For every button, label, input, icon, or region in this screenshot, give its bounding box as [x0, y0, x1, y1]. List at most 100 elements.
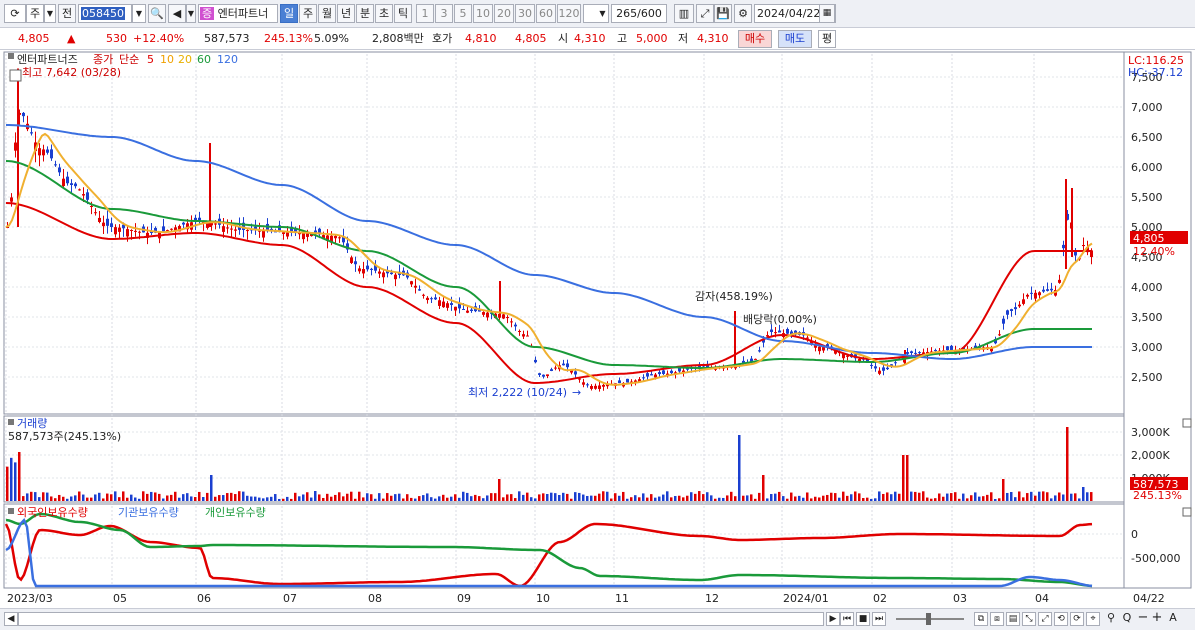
change-percent: +12.40%: [133, 32, 185, 45]
tool-icon-4[interactable]: ⤡: [1022, 612, 1036, 626]
volume-bar: [922, 491, 925, 501]
event-capital-reduction: 감자(458.19%): [695, 290, 773, 303]
stock-name-field[interactable]: 증 엔터파트너: [198, 4, 278, 23]
calendar-icon[interactable]: ▦: [819, 4, 835, 23]
holdings-panel-close-icon[interactable]: [1182, 507, 1192, 517]
candle-type-icon[interactable]: ▥: [674, 4, 694, 23]
refresh-button[interactable]: ⟳: [4, 4, 26, 23]
period-second[interactable]: 초: [375, 4, 393, 23]
first-icon[interactable]: ⏮: [840, 612, 854, 626]
buy-button[interactable]: 매수: [738, 30, 772, 48]
period-tick[interactable]: 틱: [394, 4, 412, 23]
panel-menu-icon[interactable]: [8, 53, 14, 59]
plus-icon[interactable]: +: [1150, 611, 1164, 626]
stop-icon[interactable]: ■: [856, 612, 870, 626]
x-axis-tick-label: 2024/01: [783, 592, 829, 605]
sell-button[interactable]: 매도: [778, 30, 812, 48]
candle-body: [282, 232, 285, 234]
volume-bar: [418, 496, 421, 501]
volume-bar: [358, 491, 361, 501]
candle-body: [874, 366, 877, 369]
candle-body: [70, 183, 73, 185]
volume-bar: [382, 498, 385, 501]
candle-body: [462, 308, 465, 310]
tool-icon-2[interactable]: ⧈: [990, 612, 1004, 626]
period-day[interactable]: 일: [280, 4, 298, 23]
scroll-track[interactable]: [18, 612, 824, 626]
tool-icon-8[interactable]: ⌖: [1086, 612, 1100, 626]
draw-tool-icon[interactable]: ⤢: [696, 4, 714, 23]
speaker-icon[interactable]: ◀: [168, 4, 186, 23]
volume-bar: [446, 497, 449, 501]
price-panel-stock-name: 엔터파트너즈: [17, 53, 78, 66]
scroll-left-icon[interactable]: ◀: [4, 612, 18, 626]
interval-10[interactable]: 10: [473, 4, 493, 23]
code-dropdown-icon[interactable]: ▼: [132, 4, 146, 23]
period-year[interactable]: 년: [337, 4, 355, 23]
interval-60[interactable]: 60: [536, 4, 556, 23]
volume-bar: [302, 494, 305, 501]
interval-dropdown-icon[interactable]: ▼: [597, 4, 609, 23]
interval-20[interactable]: 20: [494, 4, 514, 23]
interval-5[interactable]: 5: [454, 4, 472, 23]
minus-icon[interactable]: −: [1136, 611, 1150, 626]
volume-panel-close-icon[interactable]: [1182, 418, 1192, 428]
volume-bar: [454, 494, 457, 501]
interval-3[interactable]: 3: [435, 4, 453, 23]
volume-bar: [894, 491, 897, 501]
zoom-in-icon[interactable]: Q: [1120, 612, 1134, 626]
stock-code-input[interactable]: 058450: [78, 4, 132, 23]
panel-settings-icon[interactable]: [9, 69, 22, 82]
period-week[interactable]: 주: [299, 4, 317, 23]
period-minute[interactable]: 분: [356, 4, 374, 23]
volume-bar: [142, 491, 145, 501]
interval-1[interactable]: 1: [416, 4, 434, 23]
prev-stock-button[interactable]: 전: [58, 4, 76, 23]
candle-body: [418, 289, 421, 291]
volume-bar: [522, 494, 525, 501]
search-icon[interactable]: 🔍: [148, 4, 166, 23]
gear-icon[interactable]: ⚙: [734, 4, 752, 23]
volume-bar: [318, 494, 321, 501]
market-select[interactable]: 주: [26, 4, 44, 23]
tool-icon-5[interactable]: ⤢: [1038, 612, 1052, 626]
candle-body: [822, 347, 825, 351]
volume-bar: [1086, 492, 1089, 501]
tool-icon-6[interactable]: ⟲: [1054, 612, 1068, 626]
tool-icon-1[interactable]: ⧉: [974, 612, 988, 626]
interval-30[interactable]: 30: [515, 4, 535, 23]
volume-bar: [414, 498, 417, 501]
interval-120[interactable]: 120: [557, 4, 581, 23]
play-icon[interactable]: ⏭: [872, 612, 886, 626]
tool-icon-7[interactable]: ⟳: [1070, 612, 1084, 626]
holdings-menu-icon[interactable]: [8, 508, 14, 514]
candle-body: [766, 335, 769, 337]
stock-chart[interactable]: 7,5007,0006,5006,0005,5005,0004,5004,000…: [0, 50, 1195, 608]
scroll-right-icon[interactable]: ▶: [826, 612, 840, 626]
volume-bar: [698, 491, 701, 501]
speaker-dropdown-icon[interactable]: ▼: [186, 4, 196, 23]
tool-icon-3[interactable]: ▤: [1006, 612, 1020, 626]
candle-body: [1082, 245, 1085, 247]
volume-bar: [86, 497, 89, 501]
zoom-slider-handle[interactable]: [926, 613, 931, 625]
candle-body: [510, 321, 513, 323]
average-button[interactable]: 평: [818, 30, 836, 48]
chart-scrollbar[interactable]: ◀ ▶ ⏮ ■ ⏭ ⧉ ⧈ ▤ ⤡ ⤢ ⟲ ⟳ ⌖ ⚲ Q − + A: [0, 608, 1195, 630]
volume-bar: [818, 497, 821, 501]
volume-menu-icon[interactable]: [8, 419, 14, 425]
period-month[interactable]: 월: [318, 4, 336, 23]
chevron-down-icon[interactable]: ▼: [44, 4, 56, 23]
candle-body: [574, 371, 577, 375]
volume-bar: [506, 494, 509, 501]
save-icon[interactable]: 💾: [714, 4, 732, 23]
candle-body: [886, 367, 889, 370]
count-field[interactable]: 265/600: [611, 4, 667, 23]
search-icon[interactable]: ⚲: [1104, 612, 1118, 626]
candle-body: [262, 230, 265, 238]
volume-bar: [206, 492, 209, 501]
candle-body: [94, 212, 97, 214]
count-value: 265: [616, 7, 638, 20]
volume-bar: [1066, 427, 1069, 501]
font-size-icon[interactable]: A: [1166, 612, 1180, 626]
